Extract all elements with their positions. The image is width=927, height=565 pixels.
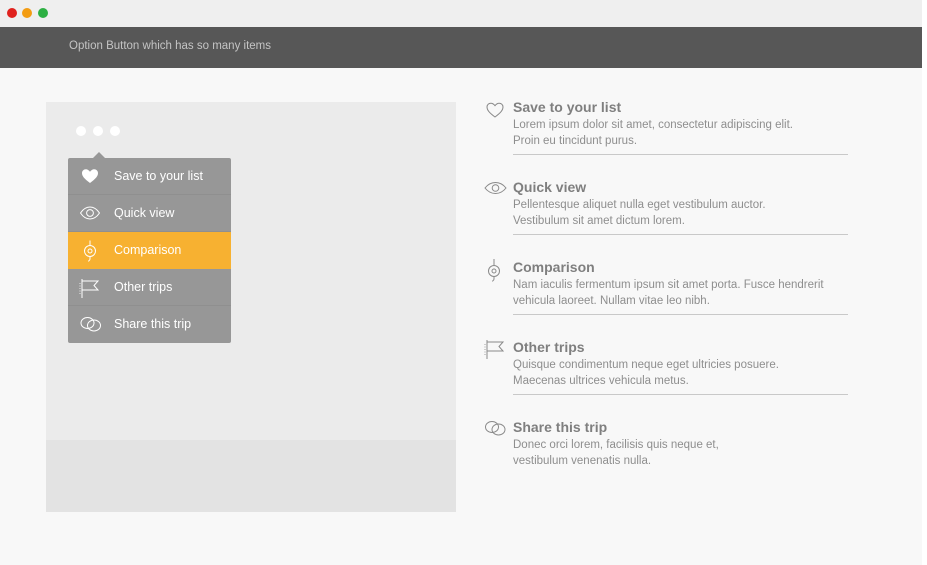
window-titlebar bbox=[0, 0, 922, 27]
menu-item-label: Share this trip bbox=[114, 317, 192, 331]
app-window: Option Button which has so many items Sa… bbox=[0, 0, 922, 565]
minimize-window-button[interactable] bbox=[22, 8, 32, 18]
feature-quick-view: Quick view Pellentesque aliquet nulla eg… bbox=[484, 179, 848, 259]
feature-save-to-list: Save to your list Lorem ipsum dolor sit … bbox=[484, 99, 848, 179]
feature-description: Lorem ipsum dolor sit amet, consectetur … bbox=[513, 119, 793, 147]
feature-title: Save to your list bbox=[513, 99, 622, 115]
feature-description: Nam iaculis fermentum ipsum sit amet por… bbox=[513, 279, 824, 307]
feature-title: Other trips bbox=[513, 339, 585, 355]
eye-icon bbox=[484, 179, 507, 201]
feature-description: Donec orci lorem, facilisis quis neque e… bbox=[513, 439, 719, 467]
flag-icon bbox=[79, 277, 101, 298]
close-window-button[interactable] bbox=[7, 8, 17, 18]
divider bbox=[513, 314, 848, 315]
menu-item-label: Save to your list bbox=[114, 169, 203, 183]
options-dropdown-menu: Save to your list Quick view Comparison … bbox=[68, 152, 231, 343]
compass-icon bbox=[79, 240, 101, 262]
feature-description: Pellentesque aliquet nulla eget vestibul… bbox=[513, 199, 766, 227]
menu-item-save[interactable]: Save to your list bbox=[68, 158, 231, 195]
divider bbox=[513, 154, 848, 155]
share-icon bbox=[484, 419, 506, 441]
menu-item-comparison[interactable]: Comparison bbox=[68, 232, 231, 269]
more-dot-icon bbox=[93, 126, 103, 136]
menu-item-quick-view[interactable]: Quick view bbox=[68, 195, 231, 232]
divider bbox=[513, 394, 848, 395]
heart-icon bbox=[79, 166, 101, 186]
maximize-window-button[interactable] bbox=[38, 8, 48, 18]
more-dot-icon bbox=[76, 126, 86, 136]
feature-title: Quick view bbox=[513, 179, 587, 195]
menu-item-share[interactable]: Share this trip bbox=[68, 306, 231, 343]
feature-other-trips: Other trips Quisque condimentum neque eg… bbox=[484, 339, 848, 419]
feature-title: Comparison bbox=[513, 259, 595, 275]
heart-outline-icon bbox=[484, 99, 506, 121]
header-bar: Option Button which has so many items bbox=[0, 27, 922, 68]
menu-item-other-trips[interactable]: Other trips bbox=[68, 269, 231, 306]
menu-item-label: Comparison bbox=[114, 243, 182, 257]
feature-description: Quisque condimentum neque eget ultricies… bbox=[513, 359, 779, 387]
menu-item-label: Other trips bbox=[114, 280, 173, 294]
share-icon bbox=[79, 314, 101, 334]
menu-item-label: Quick view bbox=[114, 206, 175, 220]
more-dot-icon bbox=[110, 126, 120, 136]
divider bbox=[513, 234, 848, 235]
compass-icon bbox=[484, 259, 506, 282]
feature-title: Share this trip bbox=[513, 419, 608, 435]
preview-footer bbox=[46, 440, 456, 512]
eye-icon bbox=[79, 203, 101, 223]
feature-share-trip: Share this trip Donec orci lorem, facili… bbox=[484, 419, 848, 499]
page-title: Option Button which has so many items bbox=[69, 40, 271, 52]
feature-comparison: Comparison Nam iaculis fermentum ipsum s… bbox=[484, 259, 848, 339]
more-options-button[interactable] bbox=[76, 124, 124, 138]
flag-icon bbox=[484, 339, 506, 361]
